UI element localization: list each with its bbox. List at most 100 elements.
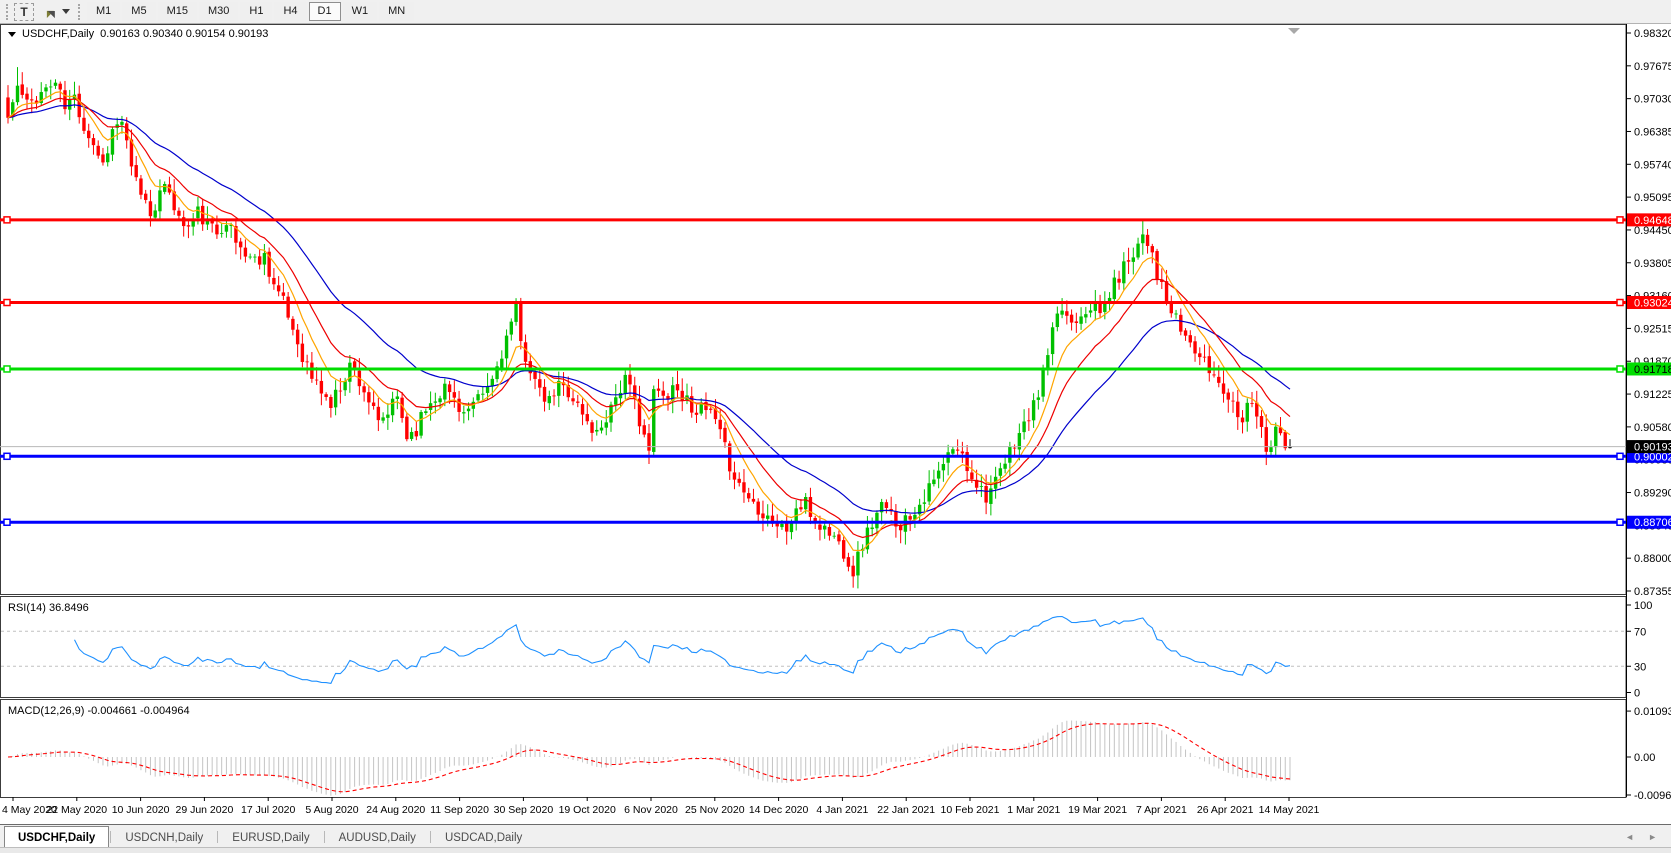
chart-shift-marker[interactable] xyxy=(1288,28,1300,34)
price-axis: 0.98320 0.97675 0.97030 0.96385 0.95740 0.950… xyxy=(1626,28,1671,598)
rsi-indicator-label: RSI(14) 36.8496 xyxy=(8,602,89,614)
price-tag-0.88706: 0.88706 xyxy=(1627,516,1671,530)
support-resistance-lines[interactable] xyxy=(0,217,1626,525)
chart-window: 0.98320 0.97675 0.97030 0.96385 0.95740 0.950… xyxy=(0,24,1671,824)
date-axis: 4 May 202022 May 202010 Jun 202029 Jun 2… xyxy=(2,797,1320,816)
svg-text:0.00: 0.00 xyxy=(1634,752,1655,764)
timeframe-button-h1[interactable]: H1 xyxy=(240,2,272,21)
svg-text:10 Feb 2021: 10 Feb 2021 xyxy=(941,804,1000,816)
symbol-tab-bar: USDCHF,DailyUSDCNH,DailyEURUSD,DailyAUDU… xyxy=(0,824,1671,847)
svg-text:17 Jul 2020: 17 Jul 2020 xyxy=(241,804,295,816)
tab-separator xyxy=(430,831,431,843)
timeframe-button-m30[interactable]: M30 xyxy=(199,2,238,21)
svg-text:0.98320: 0.98320 xyxy=(1634,28,1671,40)
svg-text:25 Nov 2020: 25 Nov 2020 xyxy=(685,804,745,816)
toolbar-grip[interactable] xyxy=(6,4,9,20)
cursor-mode-button[interactable] xyxy=(40,5,74,19)
svg-text:14 May 2021: 14 May 2021 xyxy=(1259,804,1320,816)
hline-0.93024[interactable] xyxy=(0,300,1626,306)
toolbar-grip2[interactable] xyxy=(78,4,81,20)
indicator-axes: 100 70 30 0 0.010933 0.00 -0.009653 xyxy=(1626,600,1671,802)
svg-text:0.010933: 0.010933 xyxy=(1634,706,1671,718)
tab-audusd-daily[interactable]: AUDUSD,Daily xyxy=(326,827,429,847)
svg-text:0.91225: 0.91225 xyxy=(1634,389,1671,401)
tab-usdcnh-daily[interactable]: USDCNH,Daily xyxy=(112,827,216,847)
hline-0.91718[interactable] xyxy=(0,366,1626,372)
panel-frames xyxy=(1,24,1627,798)
svg-text:0.95095: 0.95095 xyxy=(1634,192,1671,204)
timeframe-button-m1[interactable]: M1 xyxy=(87,2,120,21)
svg-text:0: 0 xyxy=(1634,688,1640,700)
chart-symbol-period: USDCHF,Daily xyxy=(22,28,94,40)
svg-text:0.93024: 0.93024 xyxy=(1634,298,1671,310)
moving-average-lines xyxy=(8,92,1290,551)
svg-text:70: 70 xyxy=(1634,626,1646,638)
svg-text:19 Oct 2020: 19 Oct 2020 xyxy=(559,804,616,816)
timeframe-button-h4[interactable]: H4 xyxy=(274,2,306,21)
hline-0.88706[interactable] xyxy=(0,519,1626,525)
collapse-triangle-icon[interactable] xyxy=(8,32,16,37)
svg-text:5 Aug 2020: 5 Aug 2020 xyxy=(305,804,358,816)
svg-text:30 Sep 2020: 30 Sep 2020 xyxy=(494,804,554,816)
dropdown-caret-icon xyxy=(62,9,70,14)
svg-text:30: 30 xyxy=(1634,661,1646,673)
svg-text:0.97675: 0.97675 xyxy=(1634,61,1671,73)
svg-text:-0.009653: -0.009653 xyxy=(1634,790,1671,802)
svg-text:0.95740: 0.95740 xyxy=(1634,159,1671,171)
svg-text:4 Jan 2021: 4 Jan 2021 xyxy=(816,804,868,816)
ma-fast-line xyxy=(8,92,1290,551)
top-toolbar: T M1M5M15M30H1H4D1W1MN xyxy=(0,0,1671,24)
chart-title: USDCHF,Daily 0.90163 0.90340 0.90154 0.9… xyxy=(8,28,268,40)
svg-text:29 Jun 2020: 29 Jun 2020 xyxy=(175,804,233,816)
double-arrow-icon xyxy=(44,5,59,19)
chart-ohlc-values: 0.90163 0.90340 0.90154 0.90193 xyxy=(100,28,268,40)
ma-mid-line xyxy=(8,98,1290,537)
tab-separator xyxy=(217,831,218,843)
tab-scroll-right-icon[interactable]: ► xyxy=(1648,832,1657,842)
hline-0.90002[interactable] xyxy=(0,453,1626,459)
tab-separator xyxy=(324,831,325,843)
timeframe-button-mn[interactable]: MN xyxy=(379,2,414,21)
svg-text:0.88706: 0.88706 xyxy=(1634,517,1671,529)
tab-scroll-left-icon[interactable]: ◄ xyxy=(1625,832,1634,842)
symbol-tabs: USDCHF,DailyUSDCNH,DailyEURUSD,DailyAUDU… xyxy=(4,827,535,847)
price-tag-0.93024: 0.93024 xyxy=(1627,296,1671,310)
svg-text:100: 100 xyxy=(1634,600,1652,612)
macd-indicator-label: MACD(12,26,9) -0.004661 -0.004964 xyxy=(8,705,190,717)
svg-text:19 Mar 2021: 19 Mar 2021 xyxy=(1068,804,1127,816)
current-price-tag: 0.90193 xyxy=(1627,440,1671,454)
tab-usdcad-daily[interactable]: USDCAD,Daily xyxy=(432,827,535,847)
tab-usdchf-daily[interactable]: USDCHF,Daily xyxy=(4,826,109,847)
tab-separator xyxy=(110,831,111,843)
svg-text:0.87355: 0.87355 xyxy=(1634,586,1671,598)
svg-text:0.92515: 0.92515 xyxy=(1634,323,1671,335)
svg-text:0.90193: 0.90193 xyxy=(1634,442,1671,454)
svg-text:0.89290: 0.89290 xyxy=(1634,488,1671,500)
svg-text:14 Dec 2020: 14 Dec 2020 xyxy=(749,804,809,816)
candlestick-series xyxy=(6,67,1291,588)
svg-text:26 Apr 2021: 26 Apr 2021 xyxy=(1197,804,1254,816)
rsi-line xyxy=(75,617,1291,684)
svg-text:10 Jun 2020: 10 Jun 2020 xyxy=(112,804,170,816)
chart-canvas[interactable]: 0.98320 0.97675 0.97030 0.96385 0.95740 0.950… xyxy=(0,24,1671,824)
timeframe-button-d1[interactable]: D1 xyxy=(309,2,341,21)
timeframe-button-m15[interactable]: M15 xyxy=(158,2,197,21)
price-tag-0.94648: 0.94648 xyxy=(1627,213,1671,227)
text-tool-button[interactable]: T xyxy=(14,3,34,21)
svg-text:6 Nov 2020: 6 Nov 2020 xyxy=(624,804,678,816)
hline-0.94648[interactable] xyxy=(0,217,1626,223)
tab-scroll-arrows: ◄ ► xyxy=(1625,827,1667,847)
svg-text:0.90580: 0.90580 xyxy=(1634,422,1671,434)
price-tag-0.91718: 0.91718 xyxy=(1627,362,1671,376)
timeframe-button-w1[interactable]: W1 xyxy=(343,2,378,21)
svg-text:0.96385: 0.96385 xyxy=(1634,126,1671,138)
rsi-level-lines xyxy=(1,631,1626,666)
svg-text:22 May 2020: 22 May 2020 xyxy=(46,804,107,816)
svg-text:0.97030: 0.97030 xyxy=(1634,94,1671,106)
timeframe-button-m5[interactable]: M5 xyxy=(122,2,155,21)
svg-text:1 Mar 2021: 1 Mar 2021 xyxy=(1007,804,1060,816)
tab-eurusd-daily[interactable]: EURUSD,Daily xyxy=(219,827,322,847)
macd-histogram xyxy=(8,720,1290,795)
timeframe-button-group: M1M5M15M30H1H4D1W1MN xyxy=(86,2,415,21)
svg-text:24 Aug 2020: 24 Aug 2020 xyxy=(366,804,425,816)
